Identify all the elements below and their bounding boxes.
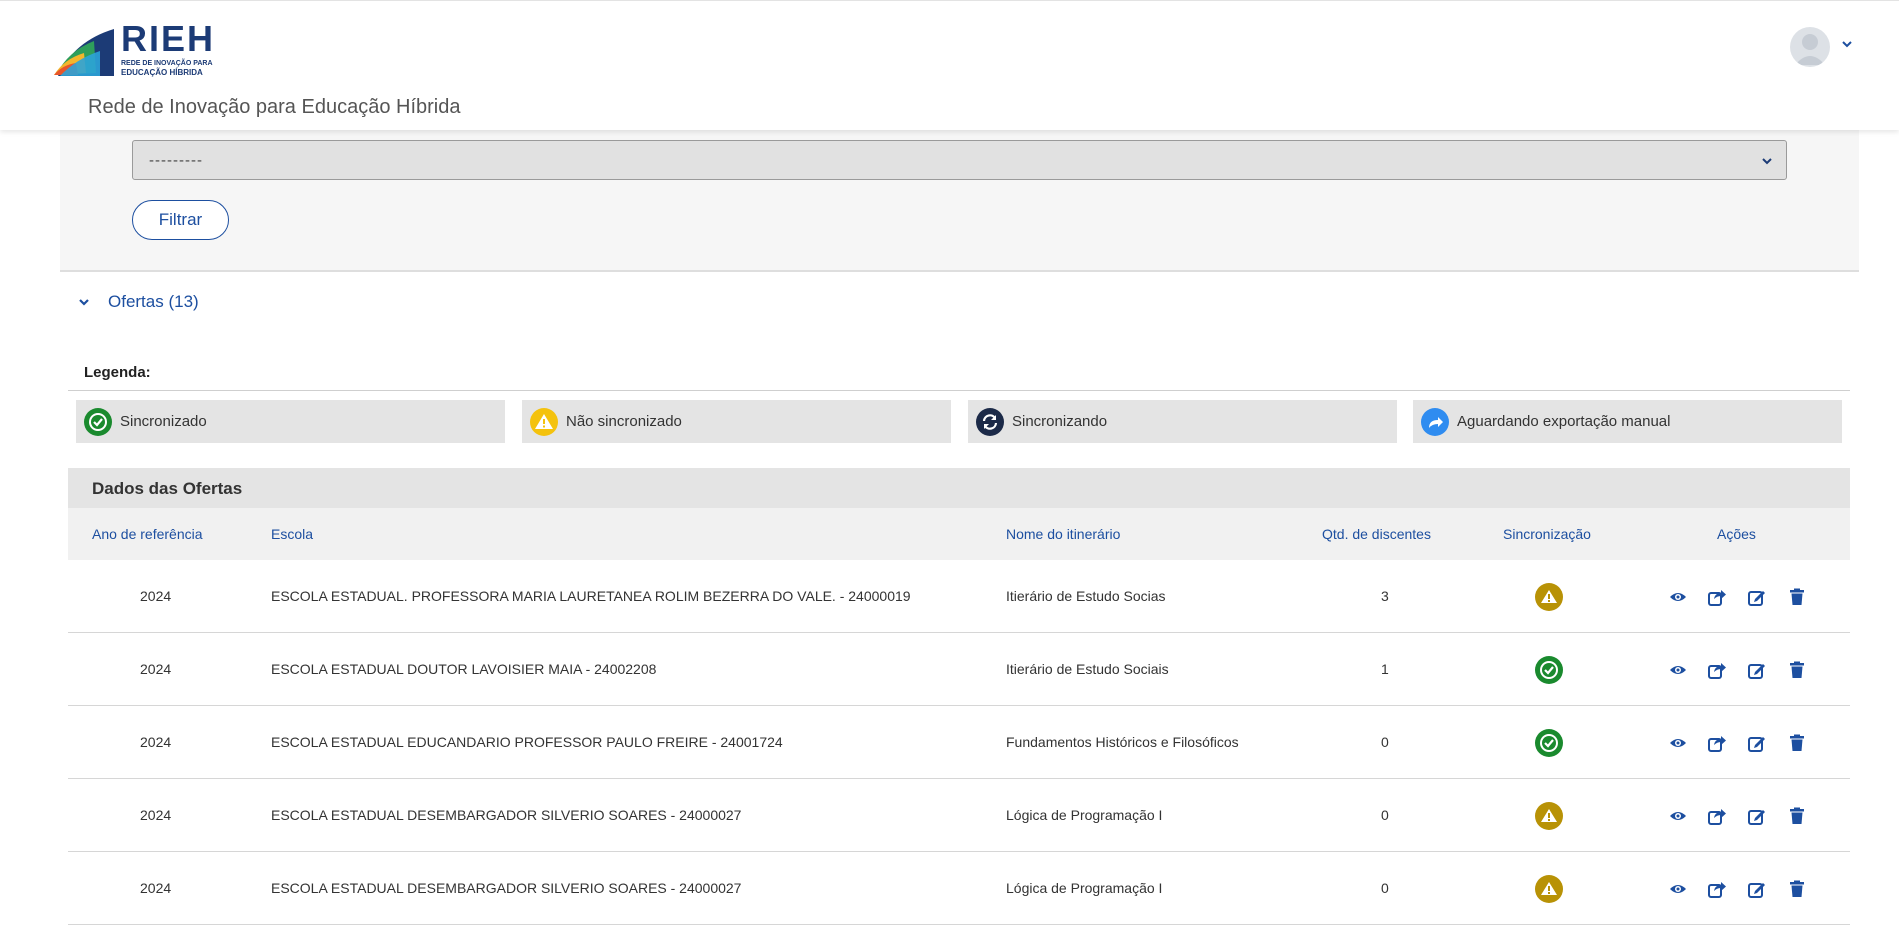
cell-ano: 2024 — [140, 661, 172, 677]
share-arrow-icon — [1421, 407, 1449, 436]
table-title: Dados das Ofertas — [92, 479, 243, 498]
eye-icon[interactable] — [1669, 588, 1687, 606]
legend-item-aguardando-exportacao: Aguardando exportação manual — [1413, 400, 1842, 443]
share-icon[interactable] — [1708, 807, 1726, 825]
cell-discentes: 3 — [1381, 588, 1389, 604]
cell-ano: 2024 — [140, 588, 172, 604]
cell-escola: ESCOLA ESTADUAL EDUCANDARIO PROFESSOR PA… — [271, 734, 783, 750]
table-title-bar: Dados das Ofertas — [68, 468, 1850, 508]
column-header-sincronizacao[interactable]: Sincronização — [1503, 526, 1591, 542]
column-header-itinerario[interactable]: Nome do itinerário — [1006, 526, 1120, 542]
trash-icon[interactable] — [1788, 807, 1806, 825]
cell-discentes: 1 — [1381, 661, 1389, 677]
check-circle-icon — [1535, 656, 1563, 684]
filter-panel: Status: --------- Filtrar — [60, 110, 1859, 272]
warning-icon — [1535, 875, 1563, 903]
warning-icon — [1535, 802, 1563, 830]
eye-icon[interactable] — [1669, 661, 1687, 679]
column-header-acoes: Ações — [1717, 526, 1756, 542]
cell-ano: 2024 — [140, 807, 172, 823]
column-header-discentes[interactable]: Qtd. de discentes — [1322, 526, 1431, 542]
share-icon[interactable] — [1708, 588, 1726, 606]
chevron-down-icon — [79, 299, 89, 306]
legend-item-label: Aguardando exportação manual — [1457, 413, 1671, 430]
legend-item-label: Sincronizando — [1012, 413, 1108, 430]
filter-button[interactable]: Filtrar — [132, 200, 229, 240]
cell-escola: ESCOLA ESTADUAL DESEMBARGADOR SILVERIO S… — [271, 880, 742, 896]
trash-icon[interactable] — [1788, 588, 1806, 606]
check-circle-icon — [1535, 729, 1563, 757]
warning-icon — [530, 407, 558, 436]
cell-itinerario: Itierário de Estudo Sociais — [1006, 661, 1169, 677]
logo-subtext-line1: REDE DE INOVAÇÃO PARA — [121, 60, 213, 67]
chevron-down-icon — [1762, 158, 1772, 165]
edit-icon[interactable] — [1748, 734, 1766, 752]
sync-icon — [976, 407, 1004, 436]
logo-wordmark: RIEH — [121, 18, 216, 59]
check-circle-icon — [84, 407, 112, 436]
cell-escola: ESCOLA ESTADUAL DESEMBARGADOR SILVERIO S… — [271, 807, 742, 823]
book-logo-icon — [54, 29, 114, 76]
trash-icon[interactable] — [1788, 734, 1806, 752]
table-row: 2024 ESCOLA ESTADUAL. PROFESSORA MARIA L… — [68, 560, 1850, 633]
legend-divider — [68, 390, 1850, 391]
table-header: Ano de referência Escola Nome do itinerá… — [68, 508, 1850, 560]
logo-subtext-line2: EDUCAÇÃO HÍBRIDA — [121, 68, 203, 77]
cell-itinerario: Lógica de Programação I — [1006, 880, 1163, 896]
rieh-logo[interactable]: RIEH REDE DE INOVAÇÃO PARA EDUCAÇÃO HÍBR… — [54, 21, 234, 81]
column-header-ano[interactable]: Ano de referência — [92, 526, 203, 542]
table-row: 2024 ESCOLA ESTADUAL DESEMBARGADOR SILVE… — [68, 852, 1850, 925]
table-row: 2024 ESCOLA ESTADUAL DOUTOR LAVOISIER MA… — [68, 633, 1850, 706]
eye-icon[interactable] — [1669, 807, 1687, 825]
app-header: RIEH REDE DE INOVAÇÃO PARA EDUCAÇÃO HÍBR… — [0, 0, 1899, 130]
edit-icon[interactable] — [1748, 807, 1766, 825]
legend-item-nao-sincronizado: Não sincronizado — [522, 400, 951, 443]
cell-discentes: 0 — [1381, 807, 1389, 823]
trash-icon[interactable] — [1788, 880, 1806, 898]
legend-item-label: Sincronizado — [120, 413, 207, 430]
table-row: 2024 ESCOLA ESTADUAL EDUCANDARIO PROFESS… — [68, 706, 1850, 779]
eye-icon[interactable] — [1669, 880, 1687, 898]
legend-title: Legenda: — [84, 364, 151, 381]
cell-discentes: 0 — [1381, 880, 1389, 896]
share-icon[interactable] — [1708, 734, 1726, 752]
edit-icon[interactable] — [1748, 880, 1766, 898]
edit-icon[interactable] — [1748, 661, 1766, 679]
legend-item-sincronizando: Sincronizando — [968, 400, 1397, 443]
cell-itinerario: Fundamentos Históricos e Filosóficos — [1006, 734, 1239, 750]
ofertas-label: Ofertas (13) — [108, 292, 199, 311]
status-select[interactable]: --------- — [132, 140, 1787, 180]
trash-icon[interactable] — [1788, 661, 1806, 679]
edit-icon[interactable] — [1748, 588, 1766, 606]
warning-icon — [1535, 583, 1563, 611]
cell-ano: 2024 — [140, 880, 172, 896]
site-subtitle: Rede de Inovação para Educação Híbrida — [88, 96, 461, 118]
legend-item-label: Não sincronizado — [566, 413, 682, 430]
column-header-escola[interactable]: Escola — [271, 526, 313, 542]
user-icon — [1795, 34, 1825, 65]
eye-icon[interactable] — [1669, 734, 1687, 752]
chevron-down-icon[interactable] — [1840, 37, 1854, 51]
status-select-value: --------- — [149, 152, 203, 169]
legend-item-sincronizado: Sincronizado — [76, 400, 505, 443]
user-avatar[interactable] — [1790, 27, 1830, 67]
cell-ano: 2024 — [140, 734, 172, 750]
cell-escola: ESCOLA ESTADUAL DOUTOR LAVOISIER MAIA - … — [271, 661, 657, 677]
table-row: 2024 ESCOLA ESTADUAL DESEMBARGADOR SILVE… — [68, 779, 1850, 852]
logo-subtext: REDE DE INOVAÇÃO PARA EDUCAÇÃO HÍBRIDA — [121, 59, 213, 77]
share-icon[interactable] — [1708, 880, 1726, 898]
cell-itinerario: Lógica de Programação I — [1006, 807, 1163, 823]
cell-discentes: 0 — [1381, 734, 1389, 750]
cell-escola: ESCOLA ESTADUAL. PROFESSORA MARIA LAURET… — [271, 588, 911, 604]
ofertas-accordion-toggle[interactable]: Ofertas (13) — [76, 292, 199, 312]
share-icon[interactable] — [1708, 661, 1726, 679]
cell-itinerario: Itierário de Estudo Socias — [1006, 588, 1166, 604]
